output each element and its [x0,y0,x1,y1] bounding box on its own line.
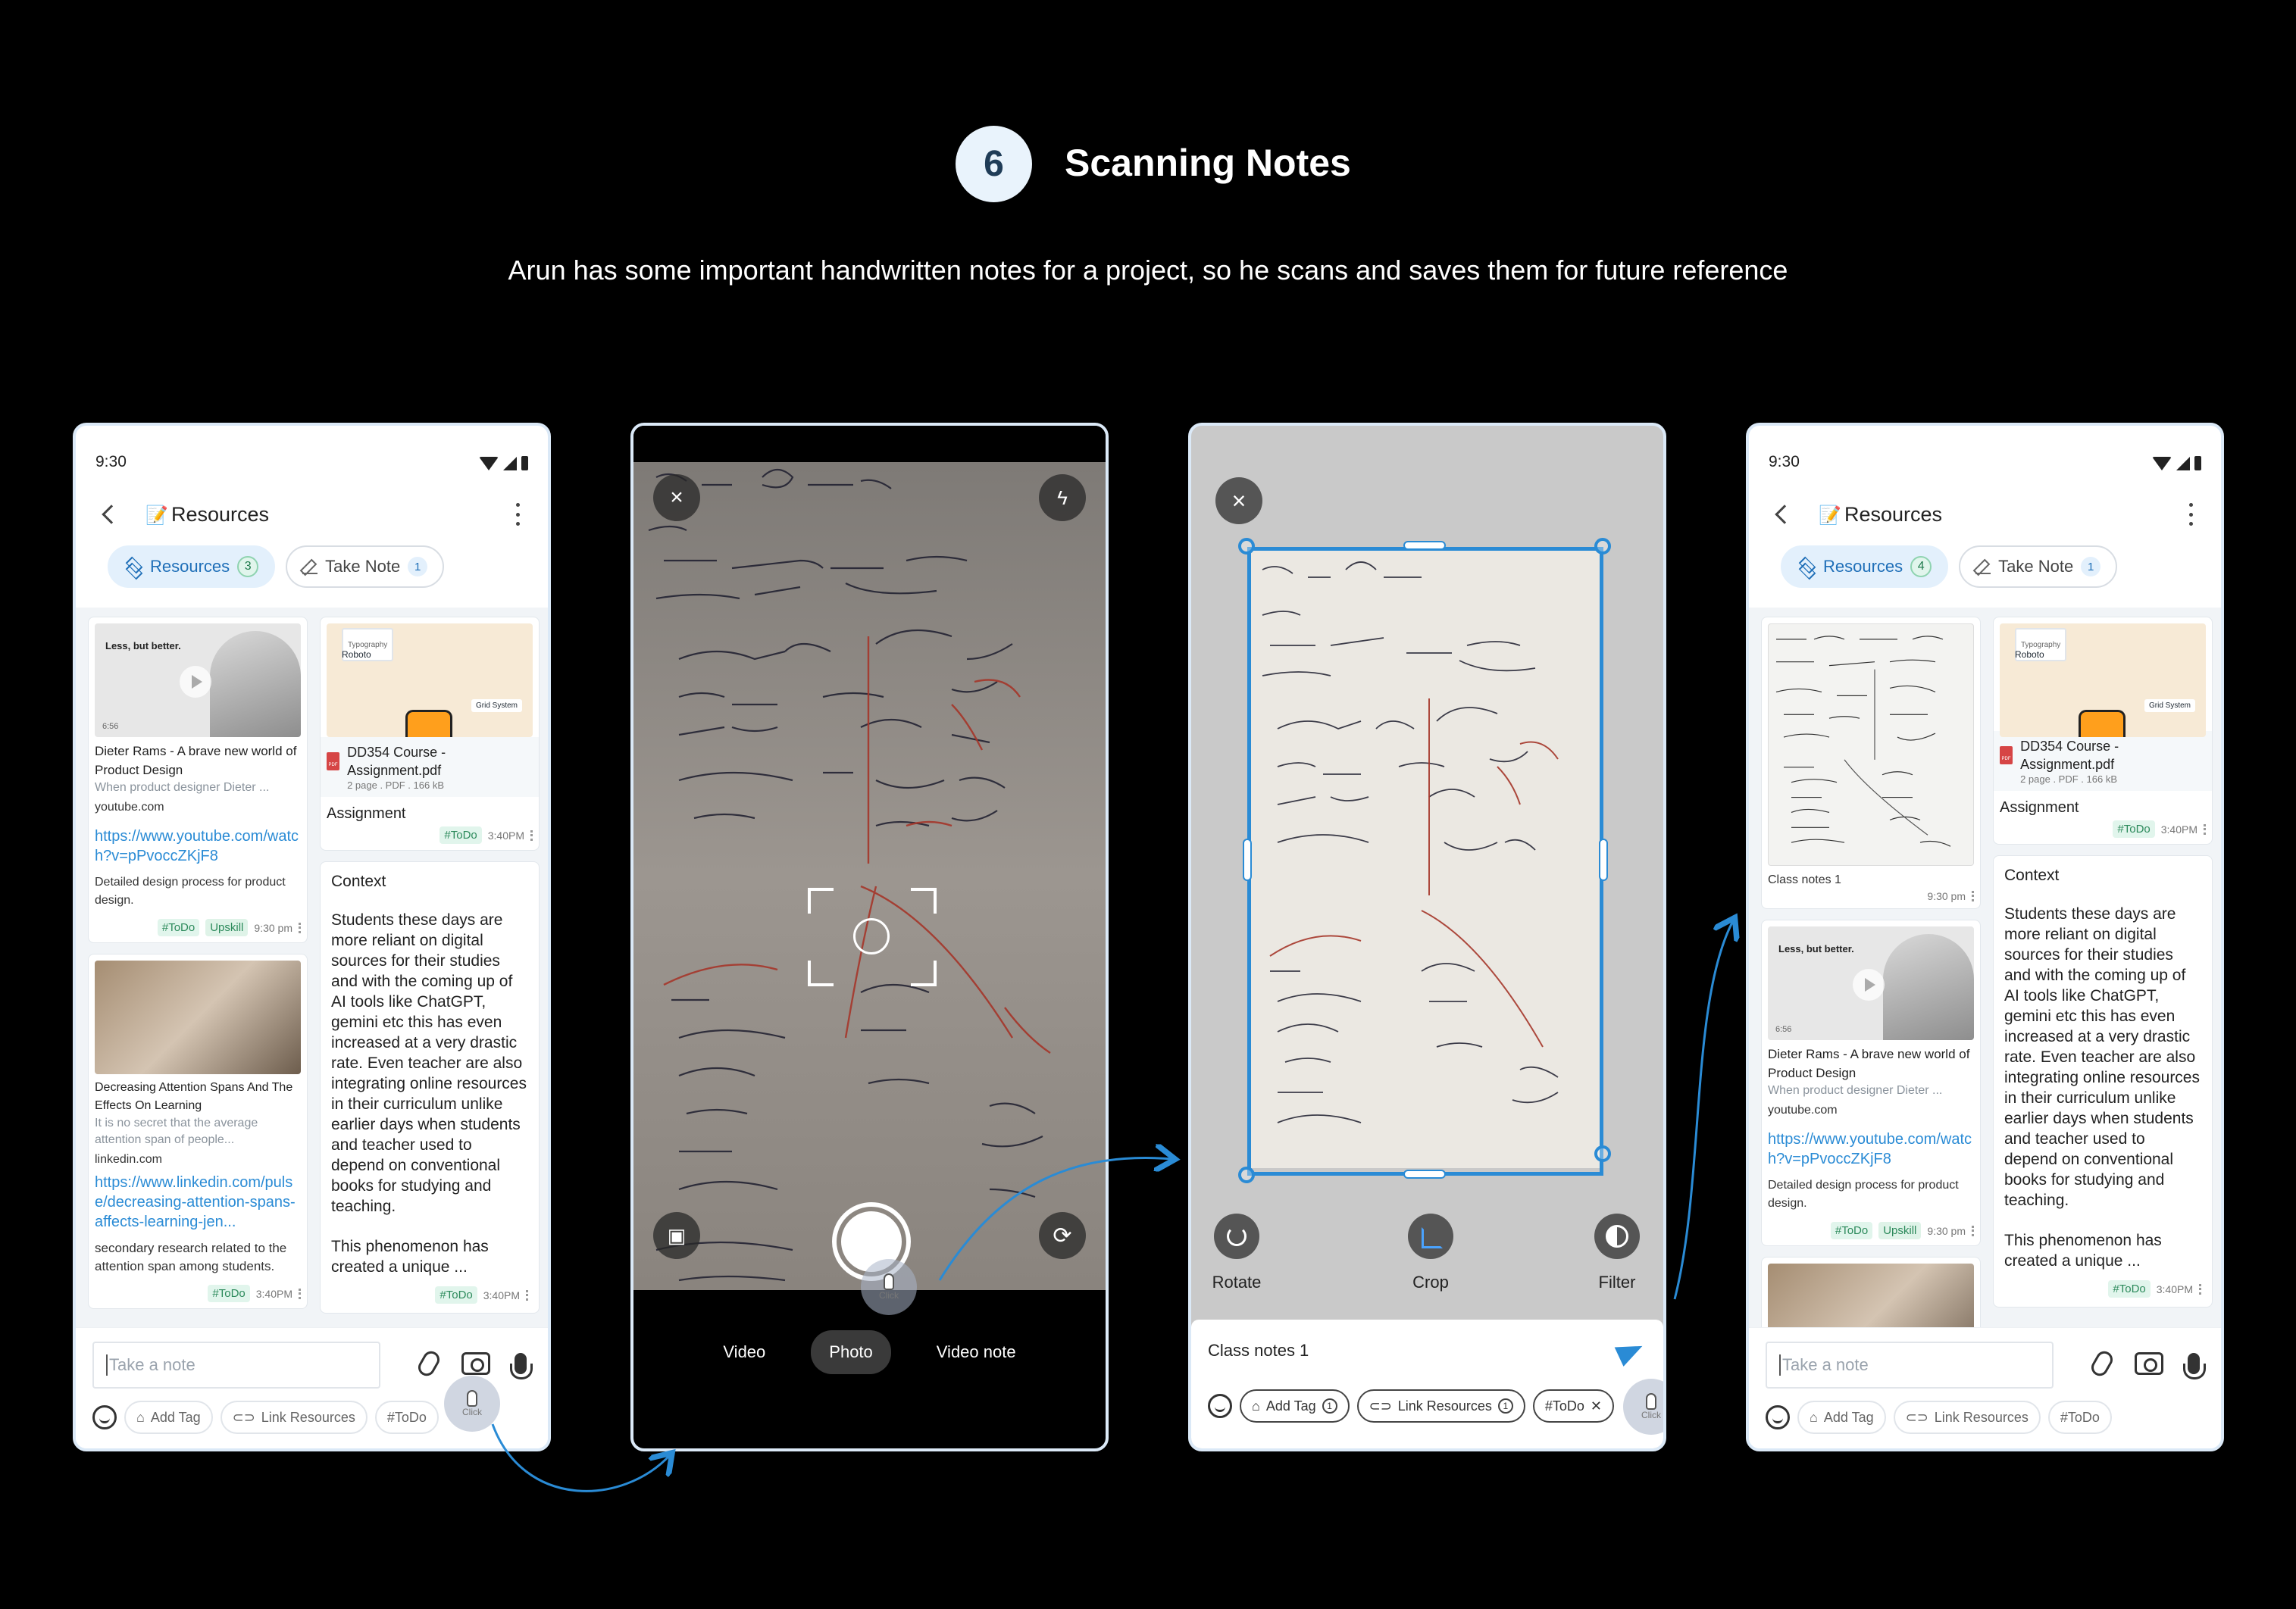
flow-arrow-2 [938,1158,1173,1281]
flow-arrows [491,0,2296,1492]
flow-arrow-1 [491,1423,671,1492]
flow-arrow-3 [1673,920,1734,1300]
